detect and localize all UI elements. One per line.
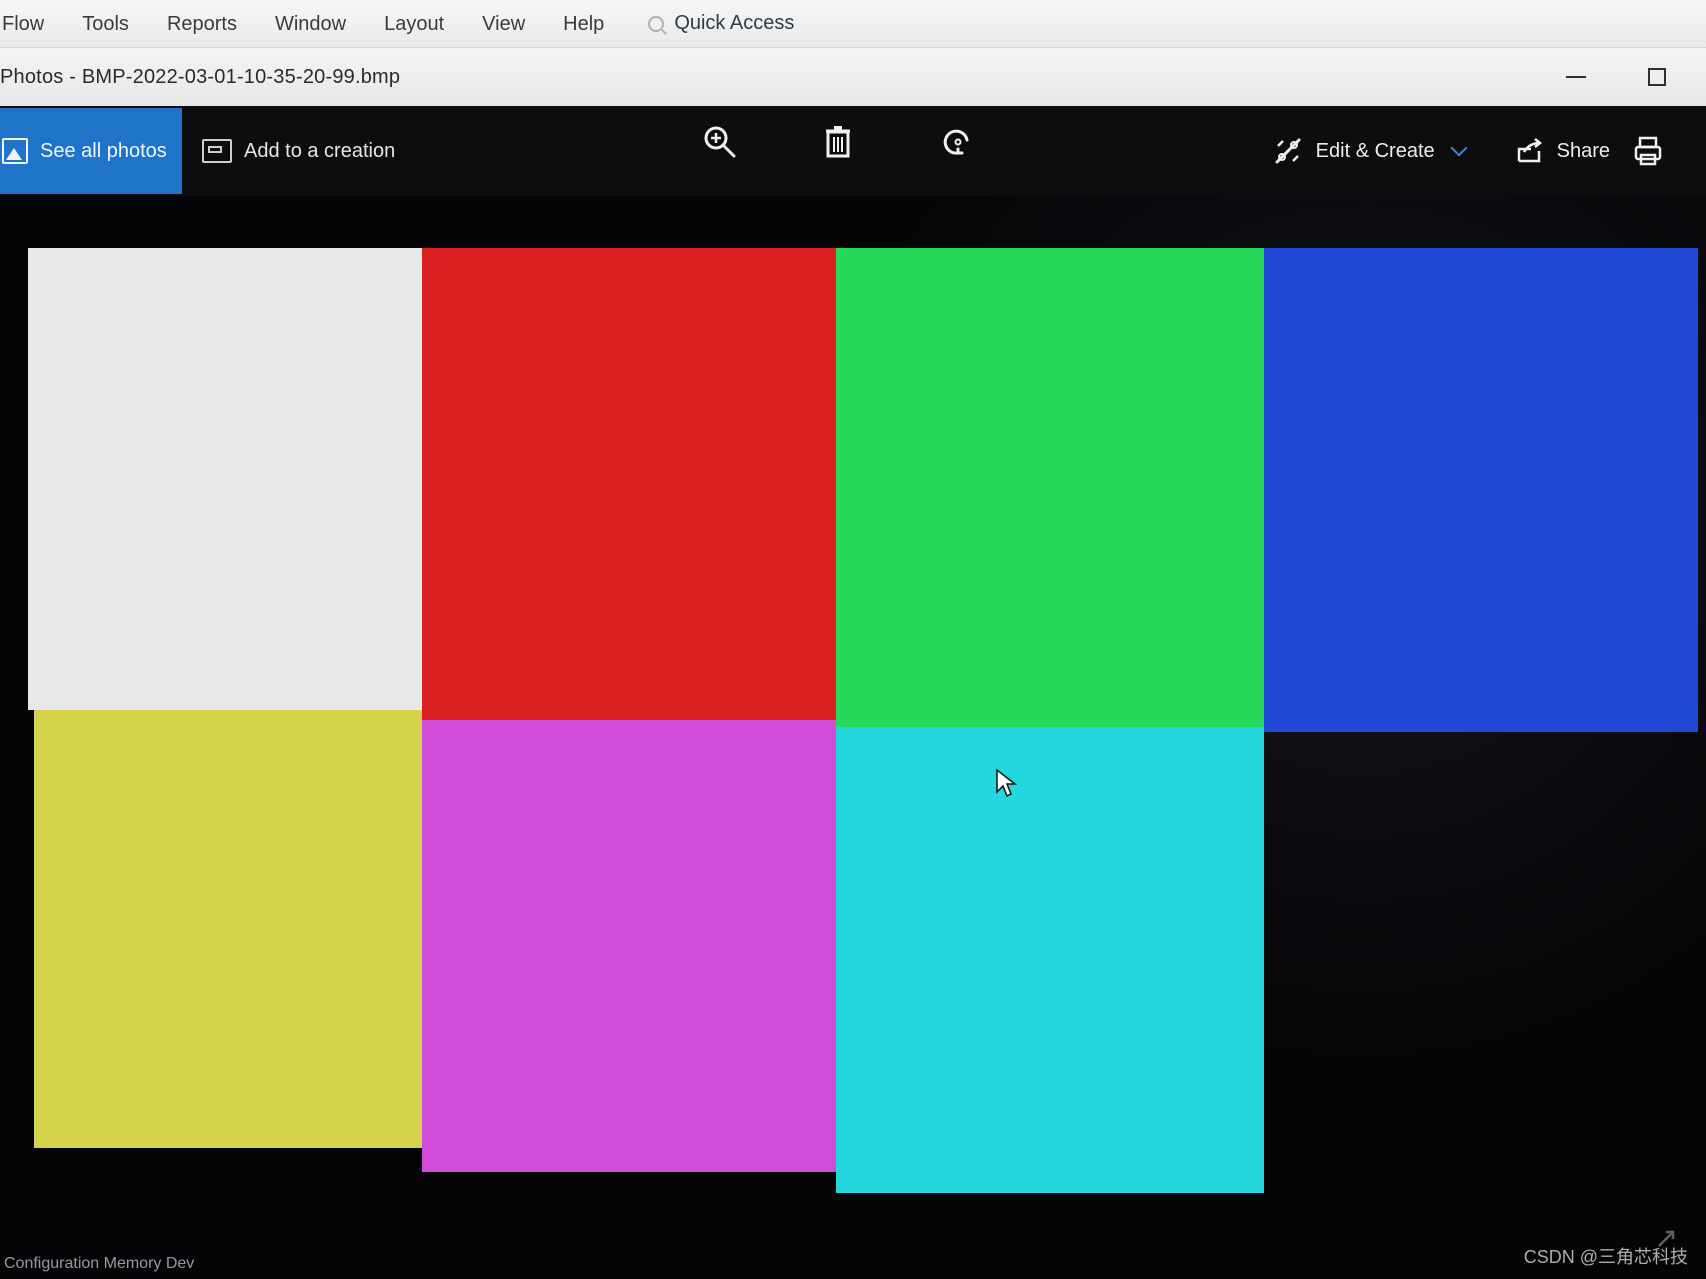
delete-button[interactable] <box>818 122 858 162</box>
blue-block <box>1264 248 1698 732</box>
edit-create-icon <box>1275 138 1301 164</box>
chevron-down-icon <box>1450 139 1468 157</box>
bottom-status-text: Configuration Memory Dev <box>4 1255 195 1272</box>
color-bars <box>28 248 1698 1193</box>
screen-root: Flow Tools Reports Window Layout View He… <box>0 0 1706 1279</box>
edit-create-label: Edit & Create <box>1315 139 1435 162</box>
rotate-button[interactable] <box>938 122 978 162</box>
mouse-cursor-icon <box>996 768 1017 798</box>
share-button[interactable]: Share <box>1511 133 1610 169</box>
magenta-block <box>422 720 836 1172</box>
maximize-button[interactable] <box>1648 68 1666 86</box>
menu-layout[interactable]: Layout <box>384 14 444 34</box>
host-menubar: Flow Tools Reports Window Layout View He… <box>0 0 1706 48</box>
image-viewer: Configuration Memory Dev CSDN @三角芯科技 <box>0 196 1706 1279</box>
share-icon <box>1517 138 1542 163</box>
red-block <box>422 248 836 720</box>
photos-toolbar: See all photos Add to a creation Edit & … <box>0 106 1706 196</box>
minimize-button[interactable] <box>1564 65 1588 89</box>
add-to-creation-label: Add to a creation <box>244 139 396 162</box>
zoom-in-icon <box>704 126 736 158</box>
zoom-button[interactable] <box>700 122 740 162</box>
cyan-block <box>836 727 1264 1193</box>
add-to-creation-button[interactable]: Add to a creation <box>202 139 395 163</box>
quick-access-label: Quick Access <box>674 12 795 34</box>
photo-icon <box>2 138 28 164</box>
trash-icon <box>826 126 850 158</box>
see-all-photos-label: See all photos <box>40 139 167 162</box>
menu-help[interactable]: Help <box>563 14 604 34</box>
search-icon <box>648 15 665 32</box>
see-all-photos-button[interactable]: See all photos <box>0 108 182 194</box>
printer-icon <box>1634 136 1662 166</box>
white-block <box>28 248 422 710</box>
watermark-text: CSDN @三角芯科技 <box>1523 1247 1688 1267</box>
edit-create-button[interactable]: Edit & Create <box>1270 133 1468 169</box>
photos-titlebar: Photos - BMP-2022-03-01-10-35-20-99.bmp <box>0 48 1706 106</box>
yellow-block <box>34 710 422 1148</box>
quick-access[interactable]: Quick Access <box>648 12 794 35</box>
menu-reports[interactable]: Reports <box>167 14 237 34</box>
share-label: Share <box>1556 139 1610 162</box>
right-tools: Edit & Create Share <box>1270 106 1706 196</box>
menu-flow[interactable]: Flow <box>2 14 44 34</box>
print-button[interactable] <box>1630 133 1666 169</box>
window-controls <box>1564 48 1666 106</box>
menu-view[interactable]: View <box>482 14 525 34</box>
creation-icon <box>202 139 232 163</box>
menu-tools[interactable]: Tools <box>82 14 129 34</box>
green-block <box>836 248 1264 727</box>
rotate-icon <box>943 129 969 155</box>
menu-window[interactable]: Window <box>275 14 346 34</box>
window-title: Photos - BMP-2022-03-01-10-35-20-99.bmp <box>0 65 401 88</box>
